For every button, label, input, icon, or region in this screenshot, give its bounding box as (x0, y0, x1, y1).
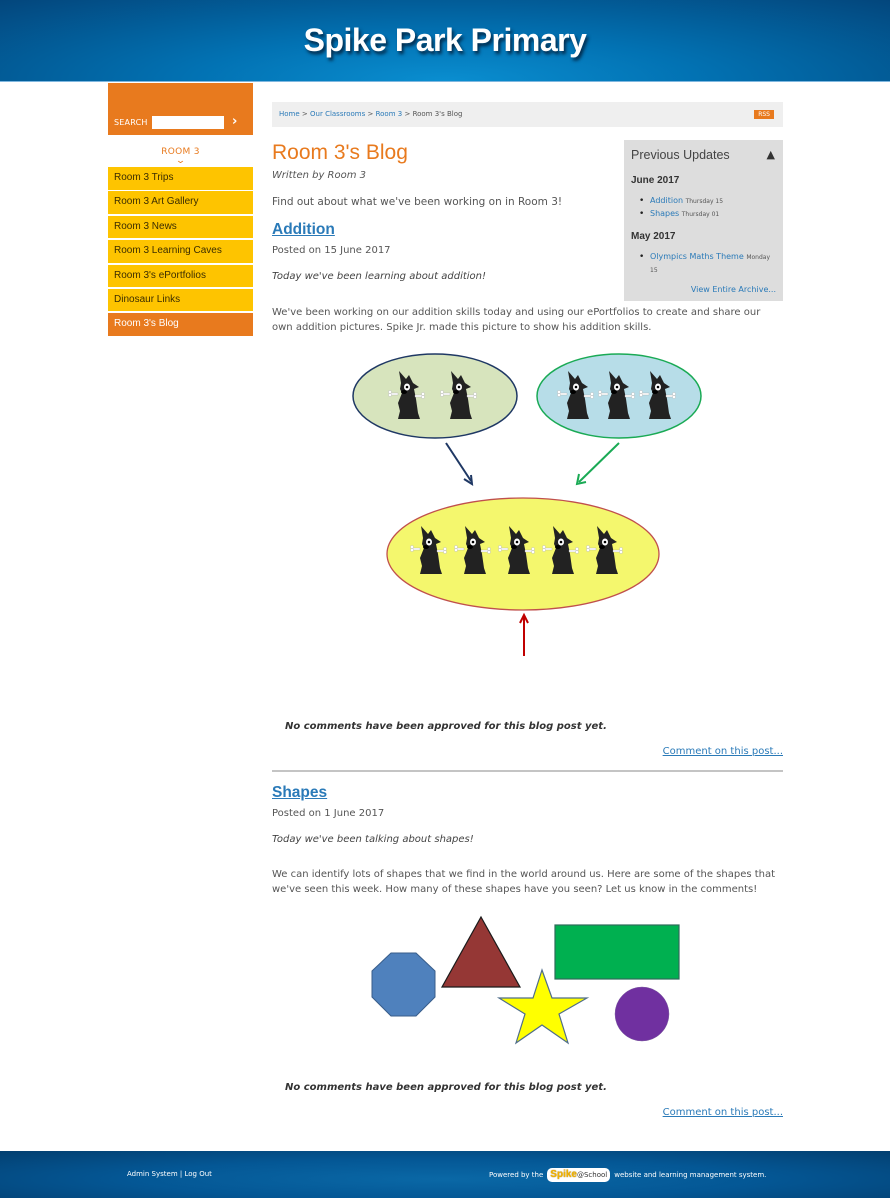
update-list: Olympics Maths Theme Monday 15 (639, 251, 779, 277)
post-date: Posted on 15 June 2017 (272, 245, 391, 256)
post-divider (272, 770, 783, 772)
sidebar-item-news[interactable]: Room 3 News (108, 215, 253, 239)
sidebar-item-art-gallery[interactable]: Room 3 Art Gallery (108, 191, 253, 214)
sidebar-item-dinosaur-links[interactable]: Dinosaur Links (108, 288, 253, 312)
breadcrumb: Home > Our Classrooms > Room 3 > Room 3'… (279, 110, 462, 118)
sidebar: SEARCH › ROOM 3 ⌄ Room 3 Trips Room 3 Ar… (108, 83, 253, 338)
no-comments-message: No comments have been approved for this … (285, 721, 607, 732)
list-item: Shapes Thursday 01 (639, 208, 723, 221)
post-body: We've been working on our addition skill… (272, 307, 761, 333)
left-group-ellipse (352, 353, 518, 439)
breadcrumb-home[interactable]: Home (279, 110, 300, 118)
update-link[interactable]: Addition (650, 196, 683, 205)
update-date: Thursday 01 (681, 211, 720, 218)
update-date: Thursday 15 (685, 198, 724, 205)
update-link[interactable]: Olympics Maths Theme (650, 252, 744, 261)
sidebar-item-learning-caves[interactable]: Room 3 Learning Caves (108, 240, 253, 263)
footer-links: Admin System | Log Out (127, 1170, 212, 1178)
breadcrumb-bar: Home > Our Classrooms > Room 3 > Room 3'… (272, 102, 783, 127)
chevron-down-icon: ⌄ (175, 156, 186, 166)
site-title: Spike Park Primary (303, 22, 587, 58)
sidebar-item-blog[interactable]: Room 3's Blog (108, 313, 253, 336)
spike-at-school-logo[interactable]: Spike@School (547, 1168, 611, 1182)
no-comments-message: No comments have been approved for this … (285, 1082, 607, 1093)
breadcrumb-room-3[interactable]: Room 3 (376, 110, 403, 118)
post-body: We can identify lots of shapes that we f… (272, 869, 776, 895)
previous-updates-title: Previous Updates (631, 148, 730, 162)
page-intro: Find out about what we've been working o… (272, 196, 563, 208)
post-title-shapes[interactable]: Shapes (272, 784, 327, 802)
triangle-up-icon[interactable]: ▲ (767, 148, 775, 161)
breadcrumb-our-classrooms[interactable]: Our Classrooms (310, 110, 365, 118)
logo-spike-text: Spike (550, 1169, 577, 1180)
list-item: Addition Thursday 15 (639, 195, 723, 208)
powered-by: Powered by the Spike@School website and … (489, 1168, 766, 1182)
post-title-addition[interactable]: Addition (272, 221, 335, 239)
month-heading: May 2017 (631, 231, 676, 242)
chevron-right-icon[interactable]: › (232, 114, 237, 129)
circle-shape (614, 986, 670, 1042)
site-footer: Admin System | Log Out Powered by the Sp… (0, 1151, 890, 1198)
logo-school-text: @School (576, 1171, 608, 1179)
sidebar-item-eportfolios[interactable]: Room 3's ePortfolios (108, 264, 253, 288)
month-heading: June 2017 (631, 175, 680, 186)
admin-system-link[interactable]: Admin System (127, 1170, 178, 1178)
previous-updates-panel: Previous Updates ▲ June 2017 Addition Th… (624, 140, 783, 301)
search-input[interactable] (152, 116, 224, 129)
addition-picture (352, 353, 702, 656)
powered-prefix: Powered by the (489, 1171, 544, 1179)
rss-button[interactable]: RSS (754, 110, 774, 119)
update-list: Addition Thursday 15 Shapes Thursday 01 (639, 195, 723, 221)
page-title: Room 3's Blog (272, 141, 408, 164)
breadcrumb-current: Room 3's Blog (412, 110, 463, 118)
octagon-shape (371, 952, 436, 1017)
post-lead: Today we've been talking about shapes! (272, 834, 474, 845)
comment-link[interactable]: Comment on this post... (663, 746, 783, 757)
rectangle-shape (554, 924, 680, 980)
post-lead: Today we've been learning about addition… (272, 271, 487, 282)
view-archive-link[interactable]: View Entire Archive... (691, 285, 776, 294)
list-item: Olympics Maths Theme Monday 15 (639, 251, 779, 277)
sidebar-nav: Room 3 Trips Room 3 Art Gallery Room 3 N… (108, 167, 253, 336)
comment-link[interactable]: Comment on this post... (663, 1107, 783, 1118)
sidebar-item-trips[interactable]: Room 3 Trips (108, 167, 253, 190)
post-date: Posted on 1 June 2017 (272, 808, 385, 819)
triangle-shape (440, 915, 522, 988)
footer-separator: | (179, 1170, 183, 1178)
written-by: Written by Room 3 (272, 170, 367, 181)
breadcrumb-separator: > (367, 110, 374, 118)
breadcrumb-separator: > (404, 110, 411, 118)
search-label: SEARCH (114, 118, 148, 127)
site-header: Spike Park Primary (0, 0, 890, 82)
arrow-right (578, 442, 620, 483)
search-box: SEARCH › (108, 83, 253, 135)
breadcrumb-separator: > (301, 110, 308, 118)
log-out-link[interactable]: Log Out (184, 1170, 211, 1178)
powered-suffix: website and learning management system. (614, 1171, 767, 1179)
update-link[interactable]: Shapes (650, 209, 679, 218)
arrow-left (445, 442, 472, 482)
shapes-picture (371, 915, 680, 1045)
